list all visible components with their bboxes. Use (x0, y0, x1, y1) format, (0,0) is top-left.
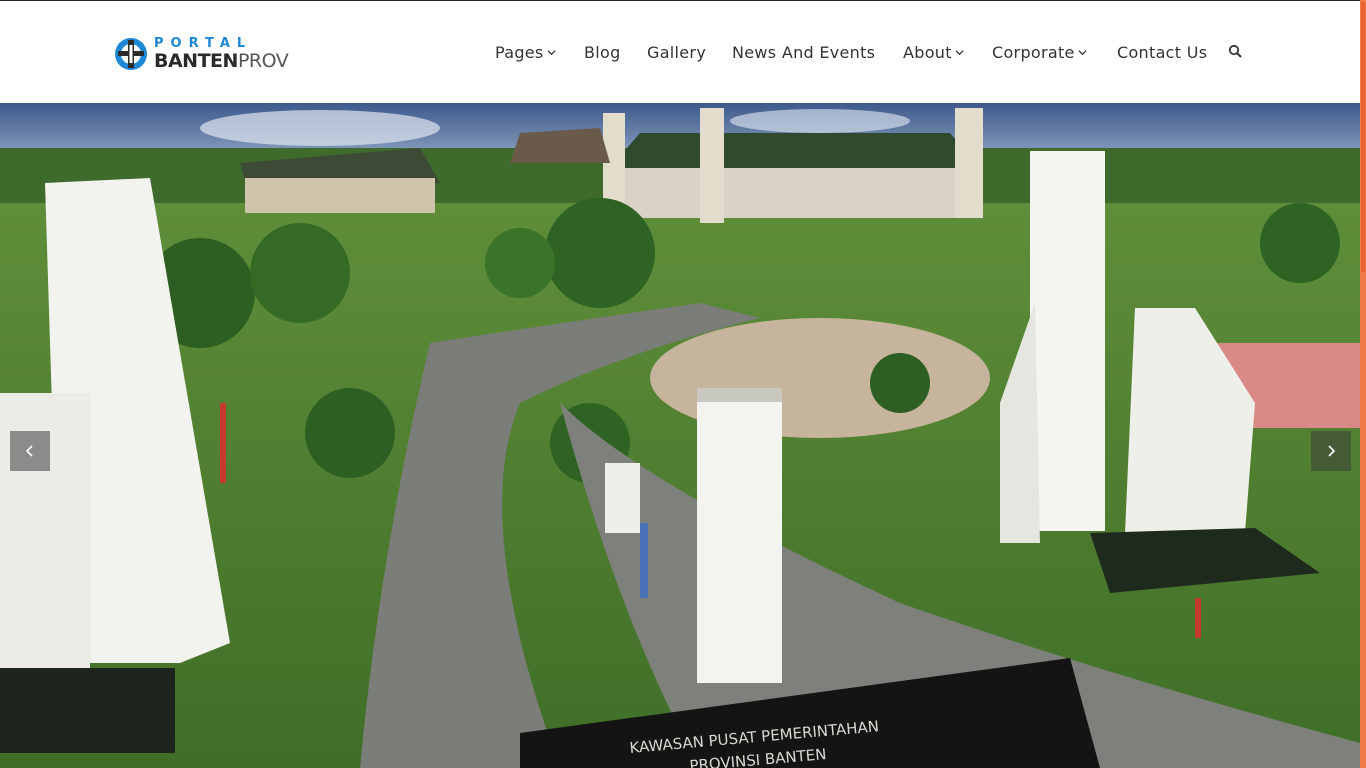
chevron-right-icon (1328, 445, 1336, 457)
nav-item-label: Blog (584, 42, 621, 62)
main-nav: Pages Blog Gallery News And Events About… (0, 39, 1366, 65)
slider-prev-button[interactable] (10, 431, 50, 471)
nav-item-label: Contact Us (1117, 42, 1208, 62)
chevron-left-icon (25, 445, 33, 457)
site-header: PORTAL BANTENPROV Pages Blog Gallery New… (0, 0, 1366, 103)
chevron-down-icon (1078, 49, 1087, 55)
page-scrollbar[interactable] (1360, 0, 1366, 768)
nav-item-corporate[interactable]: Corporate (992, 39, 1087, 65)
hero-slider: KAWASAN PUSAT PEMERINTAHAN PROVINSI BANT… (0, 103, 1360, 768)
nav-item-label: About (903, 42, 952, 62)
nav-item-about[interactable]: About (903, 39, 964, 65)
chevron-down-icon (955, 49, 964, 55)
search-icon (1228, 44, 1242, 58)
search-button[interactable] (1227, 43, 1245, 61)
chevron-down-icon (547, 49, 556, 55)
nav-item-blog[interactable]: Blog (584, 39, 621, 65)
nav-item-label: Corporate (992, 42, 1075, 62)
hero-image: KAWASAN PUSAT PEMERINTAHAN PROVINSI BANT… (0, 103, 1360, 768)
nav-item-label: Gallery (647, 42, 707, 62)
nav-item-label: News And Events (732, 42, 876, 62)
nav-item-contact-us[interactable]: Contact Us (1117, 39, 1207, 65)
scrollbar-thumb[interactable] (1361, 2, 1365, 272)
nav-item-news-and-events[interactable]: News And Events (732, 39, 875, 65)
slider-next-button[interactable] (1311, 431, 1351, 471)
nav-item-gallery[interactable]: Gallery (647, 39, 706, 65)
nav-item-pages[interactable]: Pages (495, 39, 556, 65)
nav-item-label: Pages (495, 42, 544, 62)
